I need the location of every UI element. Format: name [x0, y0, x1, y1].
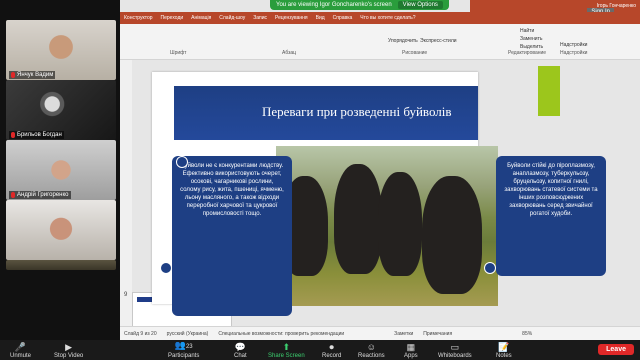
participants-button[interactable]: 👥23 Participants	[168, 340, 199, 360]
tab-animations[interactable]: Анімація	[191, 15, 211, 21]
notes-button[interactable]: 📝 Notes	[496, 340, 512, 360]
chat-button[interactable]: 💬 Chat	[234, 340, 247, 360]
language-indicator[interactable]: русский (Украина)	[167, 331, 209, 337]
group-font: Шрифт	[170, 50, 187, 56]
record-button[interactable]: ⏺ Record	[322, 340, 341, 360]
accessibility-check[interactable]: Специальные возможности: проверить реком…	[218, 331, 344, 337]
benefit-text-box-left: Буйволи не є конкурентами людству. Ефект…	[172, 156, 292, 316]
zoom-level[interactable]: 85%	[522, 331, 532, 337]
participants-count: 23	[185, 344, 193, 350]
participants-icon: 👥23	[174, 340, 193, 350]
chat-icon: 💬	[234, 342, 246, 352]
reactions-icon: ☺	[366, 342, 376, 352]
participant-name-label: Андрій Григоренко	[9, 191, 71, 199]
tab-view[interactable]: Вид	[316, 15, 325, 21]
apps-icon: ▦	[406, 342, 416, 352]
tab-slideshow[interactable]: Слайд-шоу	[219, 15, 245, 21]
apps-button[interactable]: ▦ Apps	[404, 340, 418, 360]
participant-name-label: Янчук Вадим	[9, 71, 56, 79]
slide-title: Переваги при розведенні буйволів	[262, 104, 452, 119]
group-editing: Редактирование	[508, 50, 547, 56]
participant-tile[interactable]	[6, 260, 116, 270]
buffalo-photo	[276, 146, 498, 306]
slide-thumbnails	[120, 60, 132, 330]
group-paragraph: Абзац	[282, 50, 297, 56]
mic-muted-icon	[11, 132, 15, 138]
share-screen-icon: ⬆	[282, 342, 291, 352]
addins-button[interactable]: Надстройки	[560, 42, 587, 48]
status-bar: Слайд 9 из 20 русский (Украина) Специаль…	[120, 326, 640, 340]
accent-block	[538, 66, 560, 116]
whiteboards-label: Whiteboards	[438, 353, 472, 359]
record-icon: ⏺	[329, 342, 334, 352]
tell-me-search[interactable]: Что вы хотите сделать?	[360, 15, 415, 21]
title-bar: Ігорь Гончаренко	[470, 0, 640, 12]
notes-label: Notes	[496, 353, 512, 359]
tab-transitions[interactable]: Переходи	[161, 15, 184, 21]
participant-name: Андрій Григоренко	[17, 192, 69, 198]
slide-thumbnail-number: 9	[124, 292, 128, 298]
participant-video	[6, 260, 116, 270]
microphone-muted-icon: 🎤	[14, 342, 27, 352]
participant-tile[interactable]: Андрій Григоренко	[6, 140, 116, 200]
connector-dot	[160, 262, 172, 274]
comments-button[interactable]: Примечания	[423, 331, 452, 337]
arrange-button[interactable]: Упорядочить	[388, 38, 418, 44]
record-label: Record	[322, 353, 342, 359]
participant-name: Янчук Вадим	[17, 72, 54, 78]
benefit-text-right: Буйволи стійкі до піроплазмозу, анаплазм…	[504, 163, 598, 217]
participants-label: Participants	[168, 353, 200, 359]
unmute-button[interactable]: 🎤 Unmute	[10, 340, 31, 360]
stop-video-label: Stop Video	[54, 353, 84, 359]
ribbon-tabs: Конструктор Переходи Анімація Слайд-шоу …	[120, 12, 640, 24]
slide-counter: Слайд 9 из 20	[124, 330, 157, 337]
quick-styles-button[interactable]: Экспресс-стили	[420, 38, 457, 44]
buffalo	[422, 176, 482, 294]
mic-muted-icon	[11, 192, 15, 198]
participant-tile[interactable]: Янчук Вадим	[6, 20, 116, 80]
share-banner: You are viewing Igor Goncharenko's scree…	[270, 0, 449, 10]
zoom-window: Янчук Вадим Брильов Богдан Андрій Григор…	[0, 0, 640, 360]
participant-name: Брильов Богдан	[17, 132, 62, 138]
reactions-label: Reactions	[358, 353, 385, 359]
whiteboards-button[interactable]: ▭ Whiteboards	[438, 340, 472, 360]
share-banner-text: You are viewing Igor Goncharenko's scree…	[276, 2, 392, 8]
participant-tile[interactable]	[6, 200, 116, 260]
tab-help[interactable]: Справка	[333, 15, 353, 21]
connector-dot	[176, 156, 188, 168]
benefit-text-box-right: Буйволи стійкі до піроплазмозу, анаплазм…	[496, 156, 606, 276]
leave-button[interactable]: Leave	[598, 344, 634, 355]
replace-button[interactable]: Заменить	[520, 36, 542, 42]
participant-tile[interactable]: Брильов Богдан	[6, 80, 116, 140]
chat-label: Chat	[234, 353, 247, 359]
meeting-toolbar: 🎤 Unmute ▶ Stop Video 👥23 Participants 💬…	[0, 340, 640, 360]
notes-button[interactable]: Заметки	[394, 331, 413, 337]
share-screen-button[interactable]: ⬆ Share Screen	[268, 340, 305, 360]
group-addins: Надстройки	[560, 50, 588, 56]
notes-icon: 📝	[498, 342, 510, 352]
participant-video	[6, 200, 116, 260]
mic-muted-icon	[11, 72, 15, 78]
participant-name-label: Брильов Богдан	[9, 131, 64, 139]
video-icon: ▶	[65, 342, 73, 352]
whiteboard-icon: ▭	[450, 342, 460, 352]
tab-review[interactable]: Рецензування	[275, 15, 308, 21]
unmute-label: Unmute	[10, 353, 32, 359]
slide-title-band: Переваги при розведенні буйволів	[174, 86, 478, 140]
share-screen-label: Share Screen	[268, 353, 305, 359]
find-button[interactable]: Найти	[520, 28, 534, 34]
reactions-button[interactable]: ☺ Reactions	[358, 340, 385, 360]
view-options-button[interactable]: View Options	[397, 1, 443, 9]
connector-dot	[484, 262, 496, 274]
buffalo	[334, 164, 382, 274]
benefit-text-left: Буйволи не є конкурентами людству. Ефект…	[180, 163, 284, 217]
apps-label: Apps	[404, 353, 418, 359]
ribbon: Упорядочить Экспресс-стили Найти Заменит…	[120, 24, 640, 60]
tab-record[interactable]: Запис	[253, 15, 267, 21]
participant-panel: Янчук Вадим Брильов Богдан Андрій Григор…	[0, 0, 120, 340]
tab-design[interactable]: Конструктор	[124, 15, 153, 21]
stop-video-button[interactable]: ▶ Stop Video	[54, 340, 83, 360]
buffalo	[378, 172, 422, 276]
group-drawing: Рисование	[402, 50, 428, 56]
